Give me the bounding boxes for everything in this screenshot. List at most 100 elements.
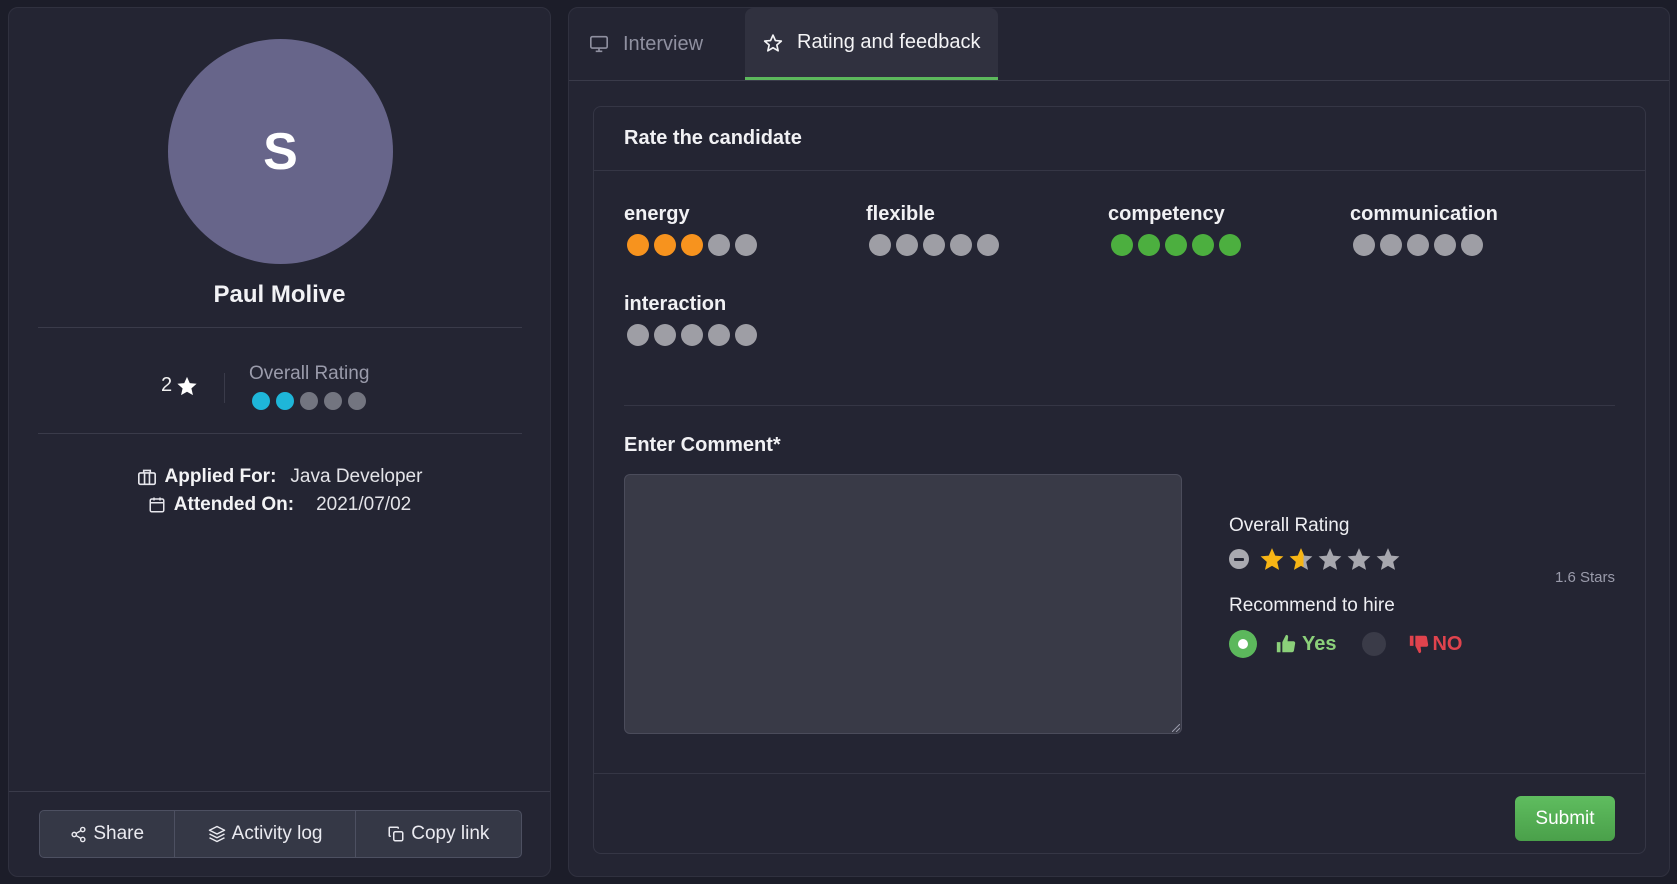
rating-dot[interactable] xyxy=(1219,234,1241,256)
rating-dot[interactable] xyxy=(1165,234,1187,256)
rating-star-icon[interactable] xyxy=(1288,546,1314,572)
tab-interview[interactable]: Interview xyxy=(589,8,703,80)
candidate-panel: S Paul Molive 2 Overall Rating Applied F… xyxy=(8,7,551,877)
criterion-label: flexible xyxy=(866,203,935,225)
star-icon xyxy=(177,376,197,395)
monitor-icon xyxy=(590,35,608,53)
comment-input[interactable] xyxy=(624,474,1182,734)
rating-dot[interactable] xyxy=(896,234,918,256)
criterion-competency: competency xyxy=(1108,203,1241,256)
rating-dot[interactable] xyxy=(654,324,676,346)
copy-link-button[interactable]: Copy link xyxy=(356,811,521,857)
overall-rating-label: Overall Rating xyxy=(249,363,370,384)
rating-dot xyxy=(300,392,318,410)
criterion-rating-dots xyxy=(1353,234,1498,256)
rating-dot[interactable] xyxy=(708,234,730,256)
avatar: S xyxy=(168,39,393,264)
overall-rating-dots xyxy=(252,392,366,410)
rating-dot[interactable] xyxy=(950,234,972,256)
action-bar: Share Activity log Copy link xyxy=(9,791,550,876)
attended-on-value: 2021/07/02 xyxy=(316,494,412,515)
rating-star-icon[interactable] xyxy=(1317,546,1343,572)
divider xyxy=(624,405,1615,406)
rating-star-icon[interactable] xyxy=(1259,546,1285,572)
rating-dot[interactable] xyxy=(627,234,649,256)
rating-dot[interactable] xyxy=(1111,234,1133,256)
layers-icon xyxy=(208,825,225,843)
card-title: Rate the candidate xyxy=(624,127,802,149)
rating-card: Rate the candidate energy flexible compete… xyxy=(593,106,1646,854)
rating-dot[interactable] xyxy=(1434,234,1456,256)
activity-log-button[interactable]: Activity log xyxy=(175,811,356,857)
criterion-flexible: flexible xyxy=(866,203,999,256)
divider xyxy=(224,373,225,403)
tab-rating-label: Rating and feedback xyxy=(797,31,981,53)
rating-dot[interactable] xyxy=(627,324,649,346)
rating-dot[interactable] xyxy=(681,324,703,346)
rating-dot[interactable] xyxy=(1461,234,1483,256)
rating-dot[interactable] xyxy=(1138,234,1160,256)
criterion-label: competency xyxy=(1108,203,1225,225)
attended-on-row: Attended On: 2021/07/02 xyxy=(9,494,550,516)
applied-for-value: Java Developer xyxy=(290,466,423,487)
rating-dot[interactable] xyxy=(1407,234,1429,256)
clear-rating-icon[interactable] xyxy=(1229,549,1249,569)
star-count: 2 xyxy=(161,374,198,397)
resize-grip-icon[interactable] xyxy=(1172,724,1180,732)
activity-log-label: Activity log xyxy=(231,823,323,844)
recommend-no-option[interactable]: NO xyxy=(1408,633,1462,656)
thumbs-down-icon xyxy=(1410,635,1429,654)
star-outline-icon xyxy=(763,33,783,52)
star-count-value: 2 xyxy=(161,374,173,396)
overall-rating-label: Overall Rating xyxy=(1229,515,1350,536)
recommend-yes-option[interactable]: Yes xyxy=(1275,633,1336,656)
stars-value-text: 1.6 Stars xyxy=(1554,569,1615,586)
applied-for-row: Applied For: Java Developer xyxy=(9,466,550,488)
rating-dot[interactable] xyxy=(708,324,730,346)
criterion-rating-dots xyxy=(627,324,757,346)
tab-rating-feedback[interactable]: Rating and feedback xyxy=(745,8,999,80)
criterion-rating-dots xyxy=(869,234,999,256)
recommend-no-radio[interactable] xyxy=(1362,632,1387,656)
tab-interview-label: Interview xyxy=(623,32,704,55)
rating-dot[interactable] xyxy=(869,234,891,256)
share-label: Share xyxy=(93,823,145,844)
applied-for-label: Applied For: xyxy=(164,466,277,487)
criterion-communication: communication xyxy=(1350,203,1498,256)
calendar-icon xyxy=(149,497,165,513)
rating-dot xyxy=(276,392,294,410)
rating-dot[interactable] xyxy=(654,234,676,256)
rating-dot[interactable] xyxy=(977,234,999,256)
rating-star-icon[interactable] xyxy=(1346,546,1372,572)
share-icon xyxy=(71,826,86,842)
tab-bar: Interview Rating and feedback xyxy=(569,8,1669,81)
briefcase-icon xyxy=(137,469,156,486)
criterion-label: interaction xyxy=(624,293,727,315)
divider xyxy=(594,170,1645,171)
recommend-label: Recommend to hire xyxy=(1229,595,1395,616)
rating-dot[interactable] xyxy=(1380,234,1402,256)
comment-label: Enter Comment* xyxy=(624,434,781,456)
no-label: NO xyxy=(1432,632,1463,655)
rating-dot[interactable] xyxy=(923,234,945,256)
divider xyxy=(38,433,522,434)
rating-dot xyxy=(252,392,270,410)
rating-dot[interactable] xyxy=(681,234,703,256)
criterion-label: communication xyxy=(1350,203,1498,225)
overall-star-rating[interactable] xyxy=(1229,546,1401,572)
criterion-label: energy xyxy=(624,203,690,225)
recommend-yes-radio[interactable] xyxy=(1229,630,1257,658)
rating-dot[interactable] xyxy=(1353,234,1375,256)
rating-dot[interactable] xyxy=(735,324,757,346)
rating-star-icon[interactable] xyxy=(1375,546,1401,572)
attended-on-label: Attended On: xyxy=(173,494,295,515)
rating-dot[interactable] xyxy=(735,234,757,256)
candidate-name: Paul Molive xyxy=(213,281,346,308)
rating-dot[interactable] xyxy=(1192,234,1214,256)
criterion-interaction: interaction xyxy=(624,293,757,346)
divider xyxy=(594,773,1645,774)
divider xyxy=(38,327,522,328)
submit-button[interactable]: Submit xyxy=(1515,796,1615,841)
share-button[interactable]: Share xyxy=(40,811,176,857)
rating-dot xyxy=(324,392,342,410)
